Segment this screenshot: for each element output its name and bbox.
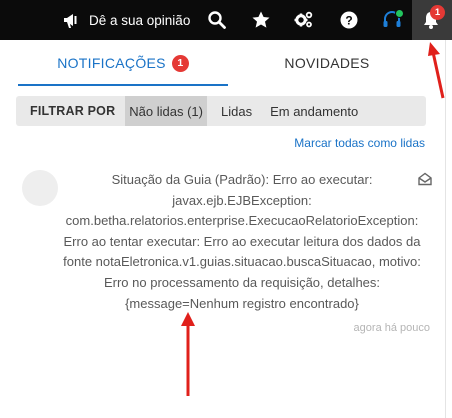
megaphone-icon (64, 14, 77, 28)
filter-option-lidas[interactable]: Lidas (217, 96, 256, 126)
notification-line: Erro ao tentar executar: Erro ao executa… (63, 233, 421, 249)
notification-message: Situação da Guia (Padrão): Erro ao execu… (54, 170, 430, 314)
panel-tabs: NOTIFICAÇÕES 1 NOVIDADES (0, 40, 446, 86)
help-icon[interactable]: ? (339, 10, 359, 30)
tab-novidades[interactable]: NOVIDADES (222, 40, 432, 86)
tab-notificacoes-badge: 1 (171, 54, 189, 72)
mark-all-read-link[interactable]: Marcar todas como lidas (294, 136, 425, 150)
filter-label: FILTRAR POR (30, 104, 116, 118)
notification-line: fonte notaEletronica.v1.guias.situacao.b… (63, 254, 421, 270)
search-icon[interactable] (207, 10, 227, 30)
svg-text:?: ? (345, 14, 352, 28)
notifications-button[interactable]: 1 (412, 0, 452, 40)
notification-item[interactable]: Situação da Guia (Padrão): Erro ao execu… (0, 164, 446, 344)
online-status-dot (395, 9, 404, 18)
feedback-label: Dê a sua opinião (89, 12, 191, 28)
filter-bar: FILTRAR POR Não lidas (1) Lidas Em andam… (16, 96, 426, 126)
notification-count-badge: 1 (430, 5, 445, 20)
notifications-panel: NOTIFICAÇÕES 1 NOVIDADES FILTRAR POR Não… (0, 40, 446, 418)
notification-time: agora há pouco (353, 322, 430, 334)
notification-line: Situação da Guia (Padrão): Erro ao execu… (111, 172, 373, 187)
filter-option-em-andamento[interactable]: Em andamento (266, 96, 362, 126)
tab-notificacoes[interactable]: NOTIFICAÇÕES 1 (18, 40, 228, 86)
envelope-open-icon[interactable] (418, 172, 432, 186)
settings-icon[interactable] (294, 10, 314, 30)
notification-line: com.betha.relatorios.enterprise.Execucao… (65, 213, 419, 229)
notification-line: {message=Nenhum registro encontrado} (125, 295, 359, 311)
notification-line: javax.ejb.EJBException: (172, 192, 312, 208)
star-icon[interactable] (251, 10, 271, 30)
feedback-button[interactable]: Dê a sua opinião (62, 0, 190, 40)
top-navigation-bar: Dê a sua opinião ? 1 (0, 0, 452, 40)
filter-option-nao-lidas[interactable]: Não lidas (1) (125, 96, 207, 126)
avatar (22, 170, 58, 206)
tab-notificacoes-label: NOTIFICAÇÕES (57, 55, 166, 71)
notification-line: Erro no processamento da requisição, det… (103, 274, 381, 290)
tab-novidades-label: NOVIDADES (284, 55, 370, 71)
